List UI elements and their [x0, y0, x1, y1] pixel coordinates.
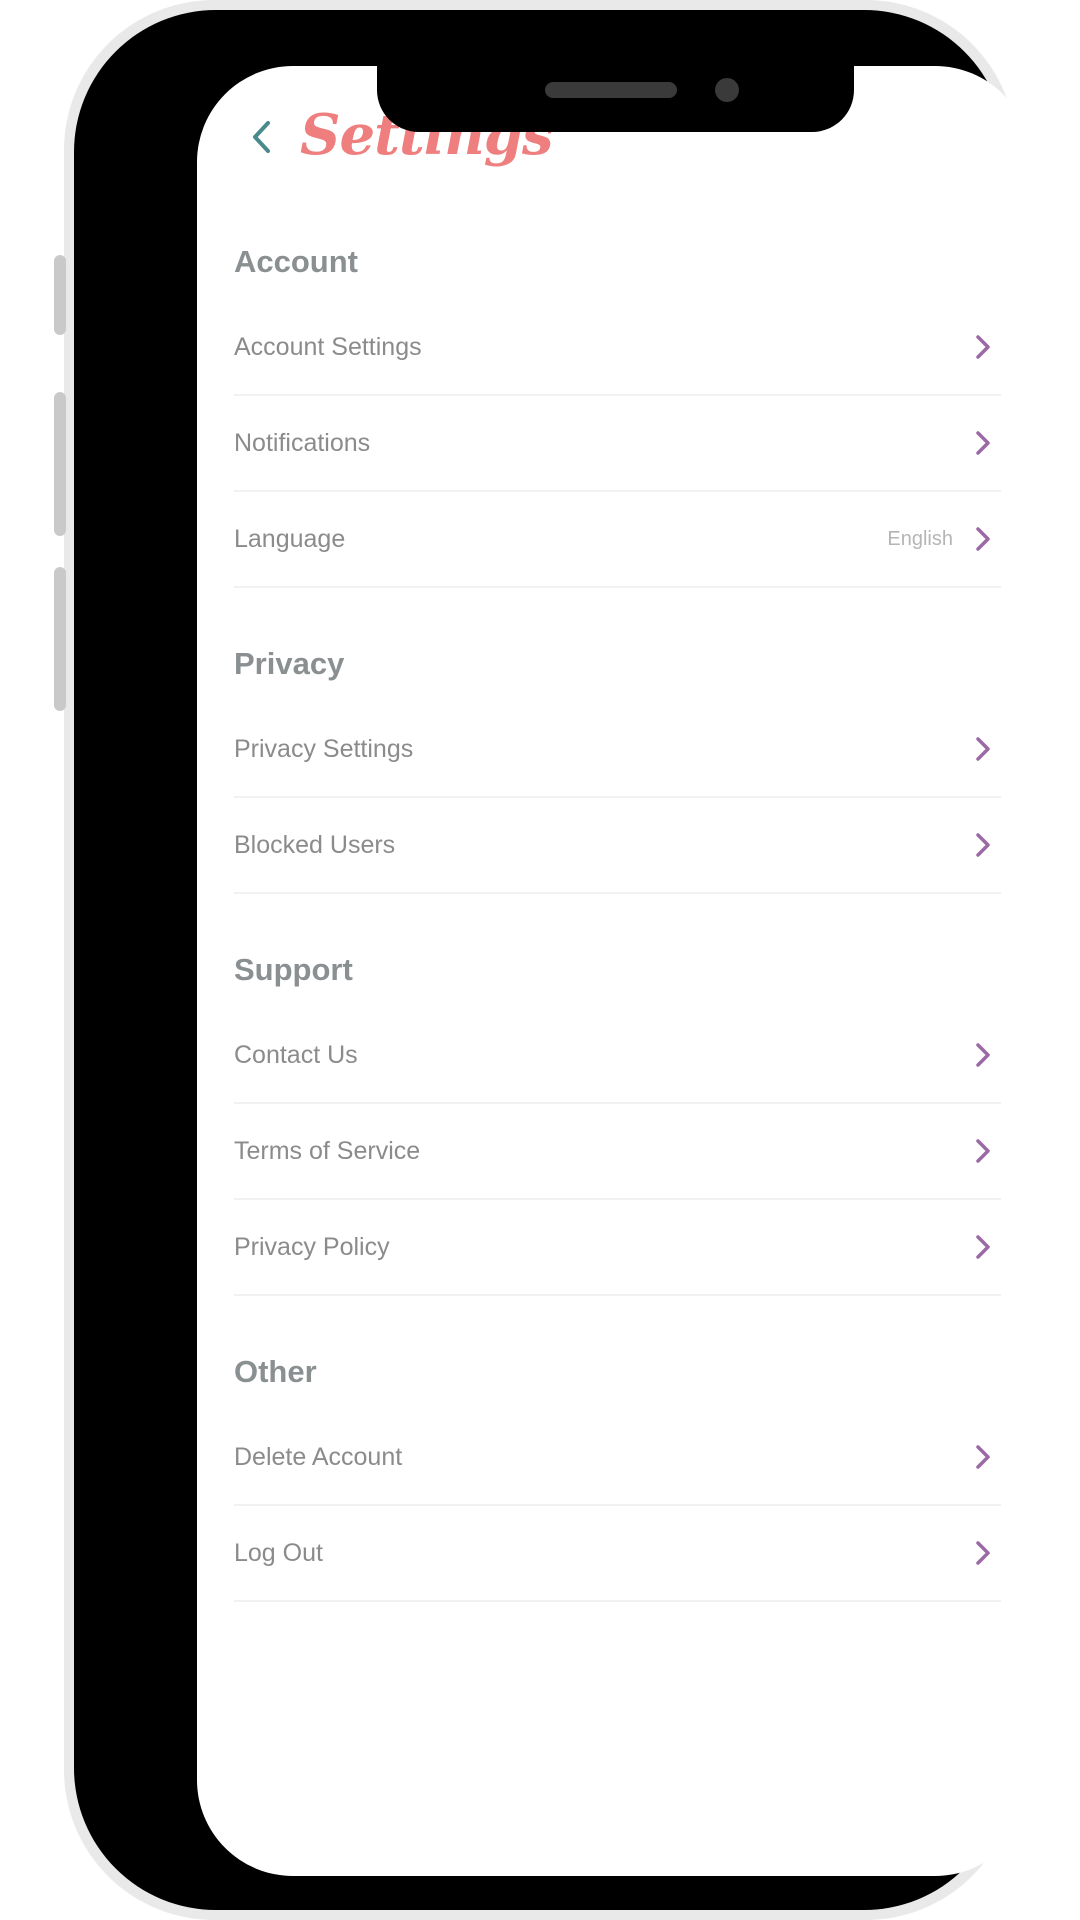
settings-item-label: Terms of Service — [234, 1136, 421, 1165]
chevron-right-icon — [971, 1539, 995, 1567]
section-account: Account Account Settings Notifications L… — [234, 236, 1001, 588]
settings-item-notifications[interactable]: Notifications — [234, 396, 1001, 492]
section-title: Privacy — [234, 646, 345, 681]
chevron-right-icon — [971, 831, 995, 859]
settings-item-label: Privacy Policy — [234, 1232, 390, 1261]
settings-item-privacy-settings[interactable]: Privacy Settings — [234, 702, 1001, 798]
chevron-right-icon — [971, 429, 995, 457]
section-privacy: Privacy Privacy Settings Blocked Users — [234, 638, 1001, 894]
settings-item-label: Blocked Users — [234, 830, 396, 859]
settings-item-contact-us[interactable]: Contact Us — [234, 1008, 1001, 1104]
settings-item-blocked-users[interactable]: Blocked Users — [234, 798, 1001, 894]
settings-item-label: Contact Us — [234, 1040, 358, 1069]
settings-item-log-out[interactable]: Log Out — [234, 1506, 1001, 1602]
settings-item-privacy-policy[interactable]: Privacy Policy — [234, 1200, 1001, 1296]
chevron-right-icon — [971, 525, 995, 553]
screen: Settings Account Account Settings Notifi… — [197, 66, 1031, 1876]
settings-item-account-settings[interactable]: Account Settings — [234, 300, 1001, 396]
back-button[interactable] — [241, 114, 281, 164]
stage: Settings Account Account Settings Notifi… — [0, 0, 1080, 1920]
volume-up-button — [54, 392, 66, 536]
speaker-grille — [545, 82, 677, 98]
section-other: Other Delete Account Log Out — [234, 1346, 1001, 1602]
chevron-right-icon — [971, 1137, 995, 1165]
silent-switch — [54, 255, 66, 335]
settings-item-language[interactable]: Language English — [234, 492, 1001, 588]
volume-down-button — [54, 567, 66, 711]
settings-item-label: Account Settings — [234, 332, 422, 361]
chevron-right-icon — [971, 1041, 995, 1069]
notch — [377, 58, 854, 132]
section-title: Account — [234, 244, 358, 279]
settings-item-label: Notifications — [234, 428, 371, 457]
section-title: Other — [234, 1354, 317, 1389]
settings-item-label: Log Out — [234, 1538, 323, 1567]
section-support: Support Contact Us Terms of Service Priv… — [234, 944, 1001, 1296]
chevron-right-icon — [971, 735, 995, 763]
chevron-right-icon — [971, 1443, 995, 1471]
language-value: English — [887, 527, 953, 550]
settings-list: Account Account Settings Notifications L… — [234, 236, 1001, 1652]
settings-item-label: Language — [234, 524, 346, 553]
settings-item-terms-of-service[interactable]: Terms of Service — [234, 1104, 1001, 1200]
settings-item-label: Privacy Settings — [234, 734, 414, 763]
chevron-right-icon — [971, 333, 995, 361]
chevron-right-icon — [971, 1233, 995, 1261]
chevron-left-icon — [250, 120, 272, 158]
section-title: Support — [234, 952, 353, 987]
phone-frame: Settings Account Account Settings Notifi… — [74, 10, 1031, 1910]
settings-item-delete-account[interactable]: Delete Account — [234, 1410, 1001, 1506]
settings-item-label: Delete Account — [234, 1442, 403, 1471]
front-camera — [715, 78, 739, 102]
